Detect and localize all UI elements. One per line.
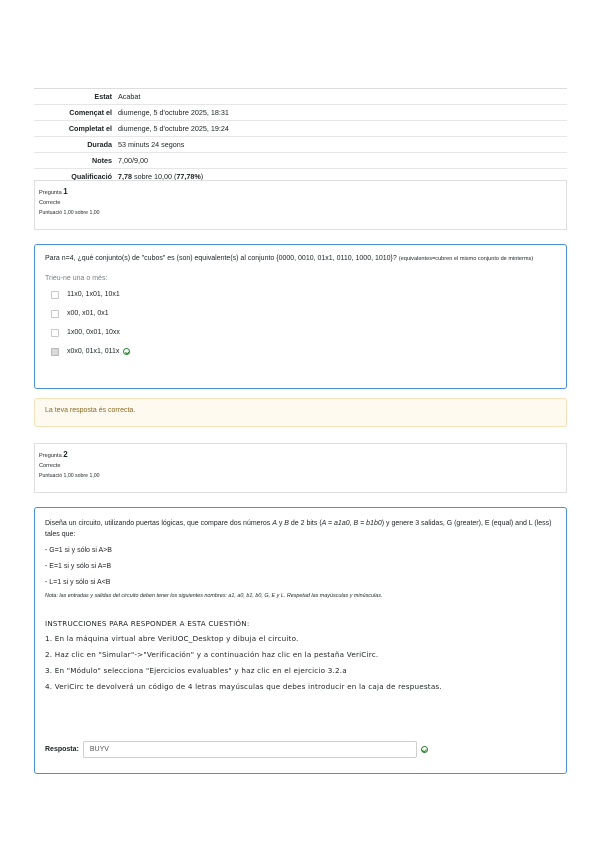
answer-value: BUYV: [89, 746, 109, 753]
summary-row-marks: Notes 7,00/9,00: [34, 152, 567, 168]
question-state: Correcte: [39, 200, 61, 206]
answer-options: 11x0, 1x01, 10x1 x00, x01, 0x1 1x00, 0x0…: [35, 285, 566, 361]
checkbox-checked-icon[interactable]: [51, 347, 59, 356]
instructions-title: INSTRUCCIONES PARA RESPONDER A ESTA CUES…: [45, 619, 250, 628]
answer-label: Resposta:: [45, 746, 79, 753]
question-text-main: Para n=4, ¿qué conjunto(s) de "cubos" es…: [45, 255, 399, 262]
option-label: x00, x01, 0x1: [67, 310, 109, 317]
summary-row-started: Començat el diumenge, 5 d'octubre 2025, …: [34, 104, 567, 120]
correct-check-icon: [123, 348, 131, 355]
option-label: 11x0, 1x01, 10x1: [67, 291, 120, 298]
question-grade: Puntuació 1,00 sobre 1,00: [39, 210, 100, 216]
attempt-summary-table: Estat Acabat Començat el diumenge, 5 d'o…: [34, 88, 567, 185]
question-number-value: 2: [63, 450, 68, 459]
question-note: Nota: las entradas y salidas del circuit…: [45, 593, 383, 599]
condition-g: - G=1 si y sólo si A>B: [45, 547, 112, 554]
question-grade: Puntuació 1,00 sobre 1,00: [39, 473, 100, 479]
correct-check-icon: [420, 746, 428, 753]
summary-key: Començat el: [69, 108, 112, 117]
condition-l: - L=1 si y sólo si A<B: [45, 579, 111, 586]
feedback-text: La teva resposta és correcta.: [45, 407, 136, 414]
condition-e: - E=1 si y sólo si A=B: [45, 563, 112, 570]
question-number-value: 1: [63, 187, 68, 196]
question-2-info: Pregunta 2 Correcte Puntuació 1,00 sobre…: [34, 443, 567, 493]
intro-part: de 2 bits (: [288, 520, 322, 527]
answer-input[interactable]: BUYV: [82, 741, 417, 758]
question-1-content: Para n=4, ¿qué conjunto(s) de "cubos" es…: [34, 244, 567, 389]
instruction-3: 3. En "Módulo" selecciona "Ejercicios ev…: [45, 666, 347, 675]
summary-key: Completat el: [68, 124, 112, 133]
option-c[interactable]: 1x00, 0x01, 10xx: [51, 323, 566, 342]
question-1-info: Pregunta 1 Correcte Puntuació 1,00 sobre…: [34, 180, 567, 230]
checkbox-icon[interactable]: [51, 328, 59, 337]
option-label: x0x0, 01x1, 011x: [67, 348, 120, 355]
summary-key: Estat: [94, 92, 112, 101]
intro-vars: A = a1a0, B = b1b0: [321, 520, 382, 527]
checkbox-icon[interactable]: [51, 290, 59, 299]
option-a[interactable]: 11x0, 1x01, 10x1: [51, 285, 566, 304]
option-b[interactable]: x00, x01, 0x1: [51, 304, 566, 323]
option-d[interactable]: x0x0, 01x1, 011x: [51, 342, 566, 361]
summary-value: 53 minuts 24 segons: [118, 140, 185, 149]
question-number: Pregunta 1: [39, 187, 566, 196]
question-state: Correcte: [39, 463, 61, 469]
summary-row-duration: Durada 53 minuts 24 segons: [34, 136, 567, 152]
question-2-content: Diseña un circuito, utilizando puertas l…: [34, 507, 567, 774]
question-number: Pregunta 2: [39, 450, 566, 459]
intro-part: Diseña un circuito, utilizando puertas l…: [45, 520, 273, 527]
instruction-1: 1. En la máquina virtual abre VeriUOC_De…: [45, 634, 299, 643]
option-label: 1x00, 0x01, 10xx: [67, 329, 120, 336]
summary-value: 7,00/9,00: [118, 156, 148, 165]
summary-row-completed: Completat el diumenge, 5 d'octubre 2025,…: [34, 120, 567, 136]
question-text-note: (equivalentes=cubren el mismo conjunto d…: [398, 256, 534, 262]
summary-row-state: Estat Acabat: [34, 88, 567, 104]
summary-key: Durada: [87, 140, 112, 149]
answer-prompt: Trieu-ne una o més:: [45, 275, 108, 282]
summary-value: diumenge, 5 d'octubre 2025, 19:24: [118, 124, 229, 133]
instruction-2: 2. Haz clic en "Simular"->"Verificación"…: [45, 650, 379, 659]
checkbox-icon[interactable]: [51, 309, 59, 318]
summary-key: Notes: [92, 156, 112, 165]
instruction-4: 4. VeriCirc te devolverá un código de 4 …: [45, 682, 442, 691]
summary-value: diumenge, 5 d'octubre 2025, 18:31: [118, 108, 229, 117]
question-text: Para n=4, ¿qué conjunto(s) de "cubos" es…: [35, 245, 566, 265]
feedback-box: La teva resposta és correcta.: [34, 398, 567, 427]
question-label: Pregunta: [39, 190, 64, 196]
question-label: Pregunta: [39, 453, 64, 459]
summary-value: Acabat: [118, 92, 141, 101]
answer-row: Resposta: BUYV: [45, 741, 428, 758]
question-intro: Diseña un circuito, utilizando puertas l…: [45, 518, 556, 540]
